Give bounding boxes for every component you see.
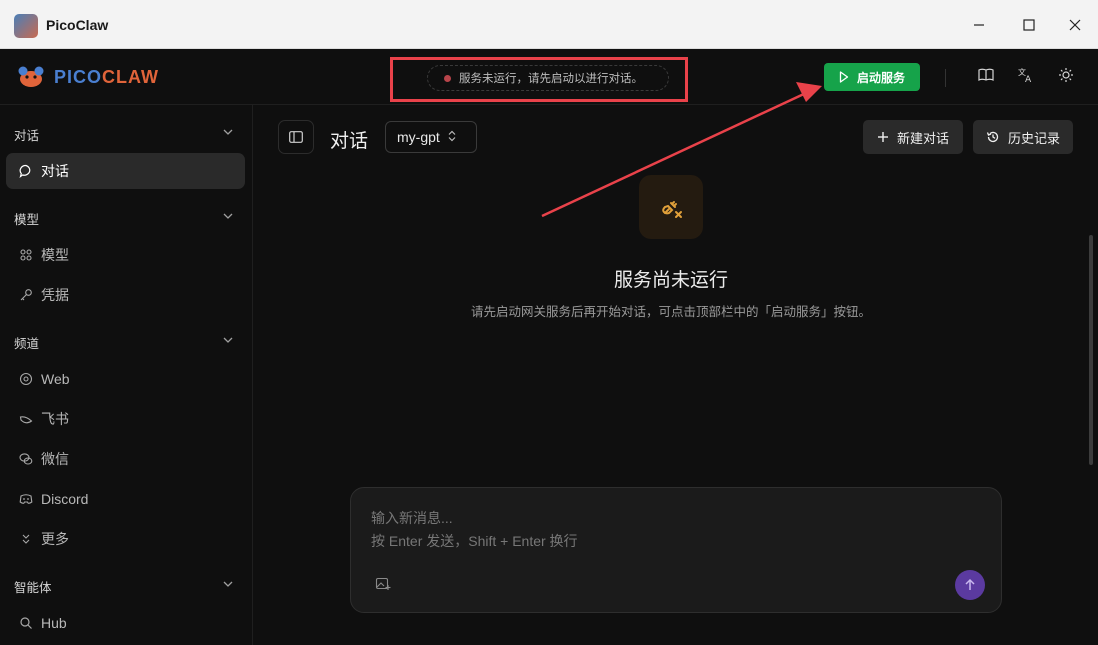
- model-select-value: my-gpt: [397, 129, 440, 145]
- history-label: 历史记录: [1007, 130, 1060, 146]
- annotation-highlight-box: [390, 57, 688, 102]
- chevron-down-icon[interactable]: [222, 334, 236, 348]
- logo: PICOCLAW: [14, 63, 159, 91]
- model-icon: [19, 248, 33, 262]
- chevron-down-icon[interactable]: [222, 126, 236, 140]
- feishu-icon: [19, 412, 33, 426]
- sidebar-toggle-button[interactable]: [278, 120, 314, 154]
- logo-text: PICOCLAW: [54, 66, 160, 87]
- globe-icon: [19, 372, 33, 386]
- sidebar-item-label: 凭据: [41, 287, 69, 303]
- sidebar-item-discord[interactable]: Discord: [6, 481, 245, 517]
- plus-icon: [877, 132, 888, 142]
- start-service-label: 启动服务: [856, 70, 905, 85]
- top-header: PICOCLAW 服务未运行，请先启动以进行对话。 启动服务 文A: [0, 49, 1098, 105]
- sidebar-item-label: Web: [41, 371, 70, 387]
- discord-icon: [19, 492, 33, 506]
- sidebar-item-hub[interactable]: Hub: [6, 605, 245, 641]
- play-icon: [839, 71, 849, 83]
- app-icon: [14, 14, 38, 38]
- chevron-updown-icon: [448, 130, 456, 145]
- sidebar-section-chat[interactable]: 对话: [14, 125, 39, 144]
- send-button[interactable]: [955, 570, 985, 600]
- empty-state-title: 服务尚未运行: [613, 270, 728, 291]
- composer-placeholder-line1: 输入新消息...: [371, 510, 453, 526]
- chevrons-down-icon: [19, 532, 33, 546]
- search-icon: [19, 616, 33, 630]
- history-button[interactable]: 历史记录: [973, 120, 1073, 154]
- sidebar-item-more[interactable]: 更多: [6, 521, 245, 557]
- sidebar-item-label: 对话: [41, 163, 69, 179]
- history-icon: [986, 131, 999, 143]
- attach-image-icon[interactable]: [375, 576, 391, 592]
- minimize-icon[interactable]: [968, 14, 990, 36]
- sidebar-item-label: 更多: [41, 531, 69, 547]
- sidebar-item-feishu[interactable]: 飞书: [6, 401, 245, 437]
- window-title: PicoClaw: [46, 17, 109, 33]
- sidebar-item-credentials[interactable]: 凭据: [6, 277, 245, 313]
- sidebar-section-channels[interactable]: 频道: [14, 333, 39, 352]
- translate-icon[interactable]: 文A: [1016, 67, 1036, 87]
- scrollbar[interactable]: [1089, 235, 1093, 465]
- sidebar-item-label: Discord: [41, 491, 89, 507]
- sidebar-item-chat[interactable]: 对话: [6, 153, 245, 189]
- sun-icon[interactable]: [1056, 67, 1076, 87]
- sidebar-item-label: 微信: [41, 451, 69, 467]
- start-service-button[interactable]: 启动服务: [824, 63, 920, 91]
- wechat-icon: [19, 452, 33, 466]
- page-title: 对话: [330, 131, 369, 152]
- chevron-down-icon[interactable]: [222, 210, 236, 224]
- title-bar: PicoClaw: [0, 0, 1098, 49]
- panel-left-icon: [289, 131, 303, 143]
- sidebar-section-models[interactable]: 模型: [14, 209, 39, 228]
- sidebar-item-wechat[interactable]: 微信: [6, 441, 245, 477]
- sidebar-section-agents[interactable]: 智能体: [14, 577, 52, 596]
- app-window: PicoClaw PICOCLAW 服务未运行，请先启动以进行对话。 启动服务 …: [0, 0, 1098, 645]
- maximize-icon[interactable]: [1018, 14, 1040, 36]
- model-select[interactable]: my-gpt: [385, 121, 477, 153]
- sidebar-item-label: 模型: [41, 247, 69, 263]
- sidebar: 对话 对话 模型 模型 凭据 频道 Web 飞书 微信 Discord 更多 智…: [0, 105, 253, 645]
- main-content: 对话 my-gpt 新建对话 历史记录 服务尚未运行 请先启动网关服务后再开始对…: [254, 105, 1098, 645]
- book-icon[interactable]: [976, 67, 996, 87]
- lobster-logo-icon: [14, 64, 48, 90]
- composer-placeholder-line2: 按 Enter 发送，Shift + Enter 换行: [371, 533, 578, 549]
- sidebar-item-label: Hub: [41, 615, 67, 631]
- empty-state-description: 请先启动网关服务后再开始对话，可点击顶部栏中的「启动服务」按钮。: [470, 305, 871, 319]
- chevron-down-icon[interactable]: [222, 578, 236, 592]
- chat-icon: [19, 164, 33, 179]
- sidebar-item-web[interactable]: Web: [6, 361, 245, 397]
- svg-text:A: A: [1025, 75, 1032, 83]
- header-divider: [945, 69, 946, 87]
- new-chat-label: 新建对话: [896, 130, 949, 146]
- new-chat-button[interactable]: 新建对话: [863, 120, 963, 154]
- message-composer[interactable]: 输入新消息... 按 Enter 发送，Shift + Enter 换行: [350, 487, 1002, 613]
- close-icon[interactable]: [1064, 14, 1086, 36]
- sidebar-item-models[interactable]: 模型: [6, 237, 245, 273]
- sidebar-item-label: 飞书: [41, 411, 69, 427]
- key-icon: [19, 288, 33, 302]
- plug-off-icon: [662, 201, 682, 218]
- arrow-up-icon: [965, 578, 975, 590]
- plug-off-icon-container: [639, 175, 703, 239]
